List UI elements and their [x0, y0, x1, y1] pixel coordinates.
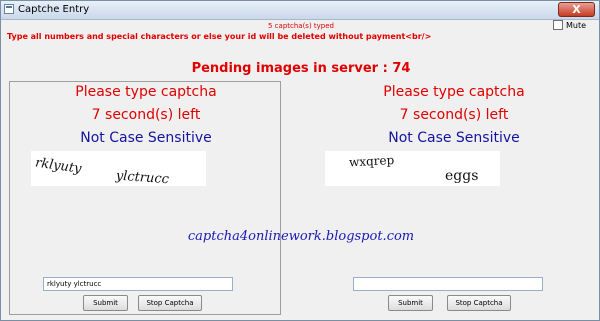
warning-message: Type all numbers and special characters …: [7, 32, 432, 41]
right-submit-button[interactable]: Submit: [388, 295, 433, 311]
mute-toggle[interactable]: Mute: [553, 20, 586, 30]
captcha-entry-window: Captche Entry X 5 captcha(s) typed Mute …: [0, 0, 600, 321]
app-icon: [4, 4, 14, 14]
close-button[interactable]: X: [558, 2, 595, 17]
left-captcha-answer-input[interactable]: [43, 277, 233, 291]
right-stop-captcha-button[interactable]: Stop Captcha: [447, 295, 511, 311]
left-submit-button[interactable]: Submit: [83, 295, 128, 311]
left-timer: 7 second(s) left: [91, 107, 201, 123]
right-timer: 7 second(s) left: [399, 107, 509, 123]
left-captcha-graphic: rklyuty ylctrucc: [34, 155, 170, 187]
captchas-typed-status: 5 captcha(s) typed: [268, 22, 334, 30]
watermark-text: captcha4onlinework.blogspot.com: [187, 229, 415, 244]
right-captcha-answer-input[interactable]: [353, 277, 543, 291]
window-title: Captche Entry: [18, 4, 90, 15]
close-icon: X: [572, 3, 581, 16]
pending-images-count: Pending images in server : 74: [191, 61, 411, 76]
right-captcha-image: wxqrep eggs: [325, 151, 500, 186]
mute-label: Mute: [566, 20, 587, 30]
svg-text:rklyuty: rklyuty: [34, 155, 83, 176]
mute-checkbox[interactable]: [553, 20, 563, 30]
svg-text:eggs: eggs: [445, 168, 478, 184]
right-captcha-graphic: wxqrep eggs: [349, 153, 479, 184]
svg-text:ylctrucc: ylctrucc: [114, 168, 170, 186]
title-bar: Captche Entry X: [1, 1, 599, 20]
right-prompt: Please type captcha: [383, 84, 525, 100]
left-stop-captcha-button[interactable]: Stop Captcha: [138, 295, 202, 311]
left-case-note: Not Case Sensitive: [80, 130, 212, 146]
svg-text:wxqrep: wxqrep: [349, 153, 395, 169]
left-prompt: Please type captcha: [75, 84, 217, 100]
left-captcha-image: rklyuty ylctrucc: [31, 151, 206, 187]
right-case-note: Not Case Sensitive: [388, 130, 520, 146]
